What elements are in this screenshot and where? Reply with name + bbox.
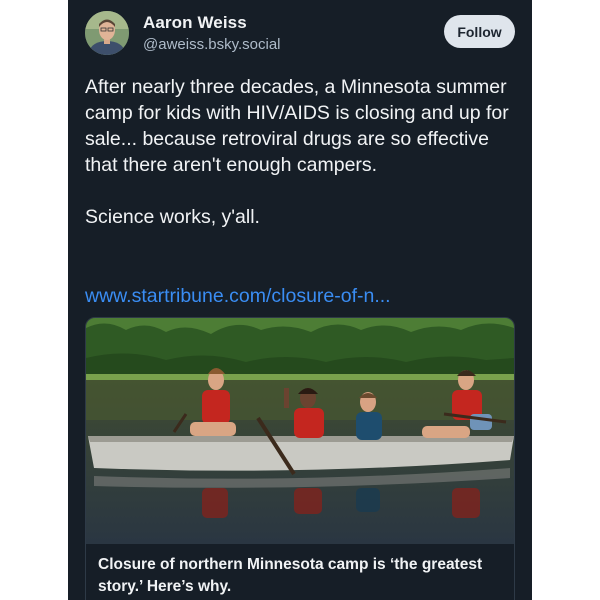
link-preview-card[interactable]: Closure of northern Minnesota camp is ‘t… bbox=[85, 317, 515, 600]
post-text: After nearly three decades, a Minnesota … bbox=[85, 74, 517, 230]
embed-title[interactable]: Closure of northern Minnesota camp is ‘t… bbox=[98, 554, 502, 598]
embed-photo-icon bbox=[86, 318, 514, 544]
follow-button[interactable]: Follow bbox=[444, 15, 515, 48]
post-paragraph: After nearly three decades, a Minnesota … bbox=[85, 76, 509, 176]
post-link[interactable]: www.startribune.com/closure-of-n... bbox=[85, 283, 391, 309]
avatar[interactable] bbox=[85, 11, 129, 55]
author-name[interactable]: Aaron Weiss bbox=[143, 13, 247, 33]
embed-image bbox=[86, 318, 514, 544]
avatar-photo-icon bbox=[85, 11, 129, 55]
author-handle[interactable]: @aweiss.bsky.social bbox=[143, 36, 281, 53]
post-card: Aaron Weiss @aweiss.bsky.social Follow A… bbox=[68, 0, 532, 600]
post-paragraph: Science works, y'all. bbox=[85, 206, 260, 228]
